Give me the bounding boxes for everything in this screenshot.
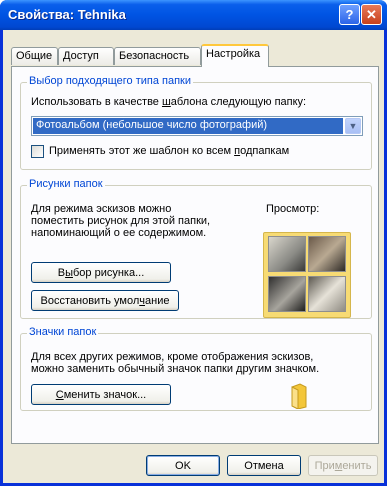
apply-button[interactable]: При м енить [308, 455, 378, 476]
folder-type-group: Выбор подходящего типа папки Использоват… [20, 75, 372, 170]
photo-thumbnail [308, 236, 346, 272]
template-prompt: Использовать в качестве шаблона следующу… [31, 96, 307, 108]
chevron-down-icon[interactable]: ▼ [345, 118, 361, 134]
folder-preview [263, 232, 351, 318]
tab-customize[interactable]: Настройка [201, 44, 269, 67]
change-icon-button[interactable]: Сменить значок... [31, 384, 171, 405]
group-legend: Рисунки папок [27, 178, 105, 190]
tab-sharing[interactable]: Доступ [58, 47, 114, 65]
photo-thumbnail [268, 236, 306, 272]
tab-label: Безопасность [119, 50, 190, 62]
help-icon: ? [345, 7, 354, 22]
cancel-button[interactable]: Отмена [227, 455, 301, 476]
photo-thumbnail [308, 276, 346, 312]
pictures-description: Для режима эскизов можно поместить рисун… [31, 203, 211, 239]
icons-description: Для всех других режимов, кроме отображен… [31, 351, 320, 375]
tab-label: Общие [16, 50, 53, 62]
select-value: Фотоальбом (небольшое число фотографий) [33, 118, 343, 134]
tab-label: Настройка [206, 48, 261, 60]
photo-thumbnail [268, 276, 306, 312]
tab-label: Доступ [63, 50, 99, 62]
window-title: Свойства: Tehnika [8, 7, 126, 22]
tab-security[interactable]: Безопасность [114, 47, 201, 65]
folder-pictures-group: Рисунки папок Для режима эскизов можно п… [20, 178, 372, 319]
folder-icon [291, 383, 307, 409]
folder-template-select[interactable]: Фотоальбом (небольшое число фотографий) … [31, 116, 363, 136]
choose-picture-button[interactable]: Вы бор рисунка... [31, 262, 171, 283]
group-legend: Значки папок [27, 326, 99, 338]
group-legend: Выбор подходящего типа папки [27, 75, 194, 87]
title-bar[interactable]: Свойства: Tehnika ? ✕ [0, 0, 387, 30]
folder-icons-group: Значки папок Для всех других режимов, кр… [20, 326, 372, 411]
tab-general[interactable]: Общие [11, 47, 58, 65]
checkbox-label[interactable]: Применять этот же шаблон ко всем подпапк… [49, 145, 289, 157]
preview-label: Просмотр: [266, 203, 320, 215]
apply-subfolders-checkbox[interactable] [31, 145, 44, 158]
restore-default-button[interactable]: Восстановить умол ч ание [31, 290, 179, 311]
close-icon: ✕ [366, 6, 377, 22]
help-button[interactable]: ? [339, 4, 360, 25]
tab-panel: Выбор подходящего типа папки Использоват… [11, 66, 379, 444]
ok-button[interactable]: OK [146, 455, 220, 476]
close-button[interactable]: ✕ [361, 4, 382, 25]
properties-dialog: Свойства: Tehnika ? ✕ Общие Доступ Безоп… [0, 0, 387, 486]
